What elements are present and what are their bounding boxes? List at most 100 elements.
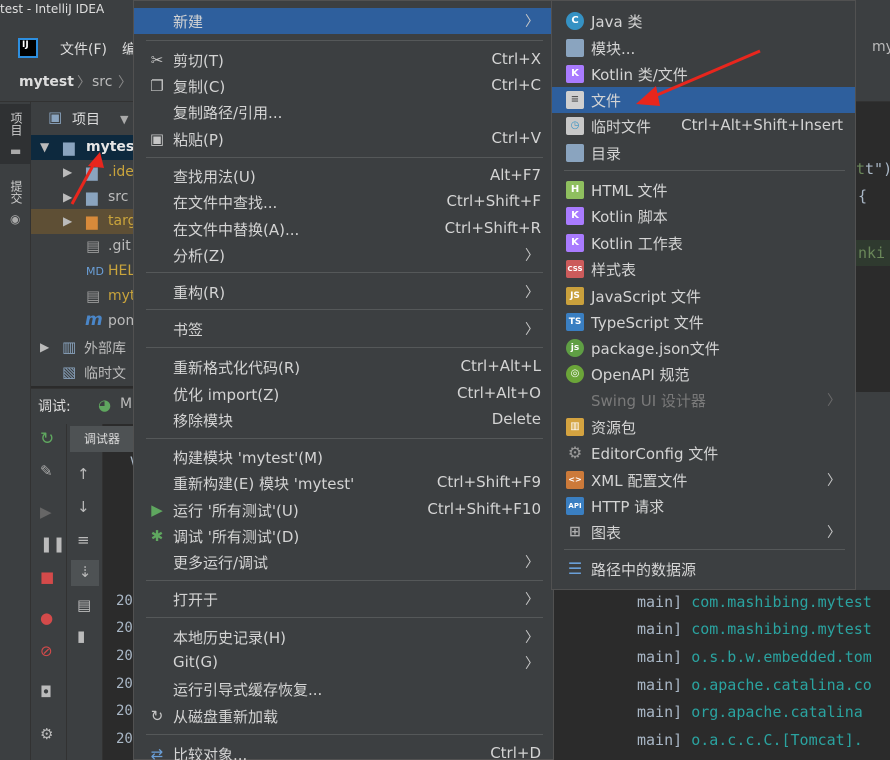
log-line: main] o.a.c.c.C.[Tomcat]. (637, 731, 863, 749)
menu-item-analyze[interactable]: 分析(Z) 〉 (134, 242, 553, 268)
chevron-right-icon: 〉 (525, 555, 539, 571)
submenu-item-html-file[interactable]: H HTML 文件 (552, 177, 855, 203)
menu-item-local-history[interactable]: 本地历史记录(H) 〉 (134, 624, 553, 650)
print-icon[interactable]: ▤ (77, 598, 91, 613)
submenu-item-kotlin-script[interactable]: K Kotlin 脚本 (552, 203, 855, 229)
arrow-up-icon[interactable]: ↑ (77, 467, 90, 482)
file-icon: ≡ (566, 91, 584, 109)
submenu-item-directory[interactable]: 目录 (552, 140, 855, 166)
menu-item-replace-in-files[interactable]: 在文件中替换(A)... Ctrl+Shift+R (134, 216, 553, 242)
annotation-arrow-icon (636, 49, 761, 106)
menu-item-compare-with[interactable]: ⇄ 比较对象... Ctrl+D (134, 741, 553, 760)
menu-item-guided-cache-recovery[interactable]: 运行引导式缓存恢复... (134, 676, 553, 702)
submenu-item-editorconfig[interactable]: ⚙ EditorConfig 文件 (552, 440, 855, 466)
compare-icon: ⇄ (150, 745, 164, 760)
code-fragment: tt") (856, 160, 890, 178)
breadcrumb-project[interactable]: mytest (19, 74, 74, 90)
log-line: main] com.mashibing.mytest (637, 620, 872, 638)
rerun-icon[interactable]: ↻ (40, 431, 54, 448)
menu-item-git[interactable]: Git(G) 〉 (134, 650, 553, 676)
pause-icon[interactable]: ❚❚ (40, 537, 65, 552)
menu-item-run-all-tests[interactable]: ▶ 运行 '所有测试'(U) Ctrl+Shift+F10 (134, 497, 553, 523)
submenu-item-java-class[interactable]: C Java 类 (552, 8, 855, 34)
scroll-to-end-icon[interactable]: ⇣ (71, 560, 99, 586)
submenu-item-http-request[interactable]: API HTTP 请求 (552, 493, 855, 519)
menu-item-debug-all-tests[interactable]: ✱ 调试 '所有测试'(D) (134, 523, 553, 549)
html-icon: H (566, 181, 584, 199)
menu-item-more-run-debug[interactable]: 更多运行/调试 〉 (134, 549, 553, 575)
mute-breakpoints-icon[interactable]: ⊘ (40, 644, 53, 659)
submenu-item-data-source-in-path[interactable]: ☰ 路径中的数据源 (552, 556, 855, 582)
menu-separator (146, 347, 543, 348)
submenu-item-package-json[interactable]: js package.json文件 (552, 335, 855, 361)
submenu-item-xml-config[interactable]: <> XML 配置文件 〉 (552, 467, 855, 493)
stop-icon[interactable]: ■ (40, 570, 54, 585)
menu-item-paste[interactable]: ▣ 粘贴(P) Ctrl+V (134, 126, 553, 152)
menu-file[interactable]: 文件(F) (60, 39, 107, 59)
log-line: main] com.mashibing.mytest (637, 593, 872, 611)
submenu-item-javascript-file[interactable]: JS JavaScript 文件 (552, 283, 855, 309)
chevron-right-icon[interactable]: ▶ (40, 340, 49, 355)
settings-gear-icon[interactable]: ⚙ (40, 727, 53, 742)
menu-item-refactor[interactable]: 重构(R) 〉 (134, 279, 553, 305)
debug-bug-icon: ✱ (150, 527, 164, 545)
submenu-item-resource-bundle[interactable]: ▥ 资源包 (552, 414, 855, 440)
tree-item-label: 外部库 (84, 341, 126, 357)
submenu-item-kotlin-worksheet[interactable]: K Kotlin 工作表 (552, 230, 855, 256)
menu-item-rebuild-module[interactable]: 重新构建(E) 模块 'mytest' Ctrl+Shift+F9 (134, 470, 553, 496)
code-fragment: { (858, 187, 868, 205)
run-config-icon: ◕ (98, 396, 112, 414)
git-file-icon: ▤ (86, 237, 101, 255)
run-icon: ▶ (151, 501, 163, 519)
javascript-icon: JS (566, 287, 584, 305)
log-line: main] o.apache.catalina.co (637, 676, 872, 694)
css-icon: CSS (566, 260, 584, 278)
menu-item-find-in-files[interactable]: 在文件中查找... Ctrl+Shift+F (134, 189, 553, 215)
submenu-item-openapi[interactable]: ◎ OpenAPI 规范 (552, 361, 855, 387)
menu-item-copy-path[interactable]: 复制路径/引用... (134, 99, 553, 125)
run-config-label[interactable]: M (120, 396, 132, 412)
menu-item-reformat-code[interactable]: 重新格式化代码(R) Ctrl+Alt+L (134, 354, 553, 380)
menu-item-optimize-imports[interactable]: 优化 import(Z) Ctrl+Alt+O (134, 381, 553, 407)
soft-wrap-icon[interactable]: ≡ (77, 533, 90, 548)
editor-tab-partial[interactable]: my (872, 39, 890, 55)
menu-item-reload-from-disk[interactable]: ↻ 从磁盘重新加载 (134, 703, 553, 729)
tool-tab-commit[interactable]: 提交 (8, 180, 25, 204)
menu-item-find-usages[interactable]: 查找用法(U) Alt+F7 (134, 163, 553, 189)
breadcrumb-src[interactable]: src (92, 74, 112, 90)
tree-item-label: 临时文 (84, 366, 126, 382)
submenu-item-typescript-file[interactable]: TS TypeScript 文件 (552, 309, 855, 335)
resource-bundle-icon: ▥ (566, 418, 584, 436)
console-text: 20 (116, 593, 133, 609)
resume-icon[interactable]: ▶ (40, 505, 52, 520)
view-breakpoints-icon[interactable]: ● (40, 611, 53, 626)
menu-item-copy[interactable]: ❐ 复制(C) Ctrl+C (134, 73, 553, 99)
breadcrumb-separator-icon: 〉 (77, 75, 91, 91)
menu-item-remove-module[interactable]: 移除模块 Delete (134, 407, 553, 433)
menu-item-build-module[interactable]: 构建模块 'mytest'(M) (134, 444, 553, 470)
chevron-down-icon[interactable]: ▼ (40, 140, 49, 155)
log-line: main] org.apache.catalina (637, 703, 863, 721)
arrow-down-icon[interactable]: ↓ (77, 500, 90, 515)
chevron-right-icon: 〉 (525, 630, 539, 646)
openapi-icon: ◎ (566, 365, 584, 383)
chevron-down-icon[interactable]: ▼ (120, 112, 128, 127)
trash-icon[interactable]: ▮ (77, 629, 85, 644)
chevron-right-icon: 〉 (525, 14, 539, 30)
menu-item-cut[interactable]: ✂ 剪切(T) Ctrl+X (134, 47, 553, 73)
camera-icon[interactable]: ◘ (40, 685, 52, 700)
submenu-item-stylesheet[interactable]: CSS 样式表 (552, 256, 855, 282)
submenu-item-diagram[interactable]: ⊞ 图表 〉 (552, 519, 855, 545)
wrench-icon[interactable]: ✎ (40, 464, 53, 479)
submenu-item-scratch-file[interactable]: ◷ 临时文件 Ctrl+Alt+Shift+Insert (552, 113, 855, 139)
kotlin-icon: K (566, 65, 584, 83)
tool-tab-project[interactable]: 项目 (8, 112, 25, 136)
scratch-icon: ▧ (62, 363, 77, 381)
menu-item-bookmarks[interactable]: 书签 〉 (134, 316, 553, 342)
typescript-icon: TS (566, 313, 584, 331)
menu-item-new[interactable]: 新建 〉 (134, 8, 553, 34)
console-text: 20 (116, 620, 133, 636)
chevron-right-icon[interactable]: ▶ (63, 214, 72, 229)
menu-item-open-in[interactable]: 打开于 〉 (134, 586, 553, 612)
tree-item-label: .ide (108, 164, 134, 180)
